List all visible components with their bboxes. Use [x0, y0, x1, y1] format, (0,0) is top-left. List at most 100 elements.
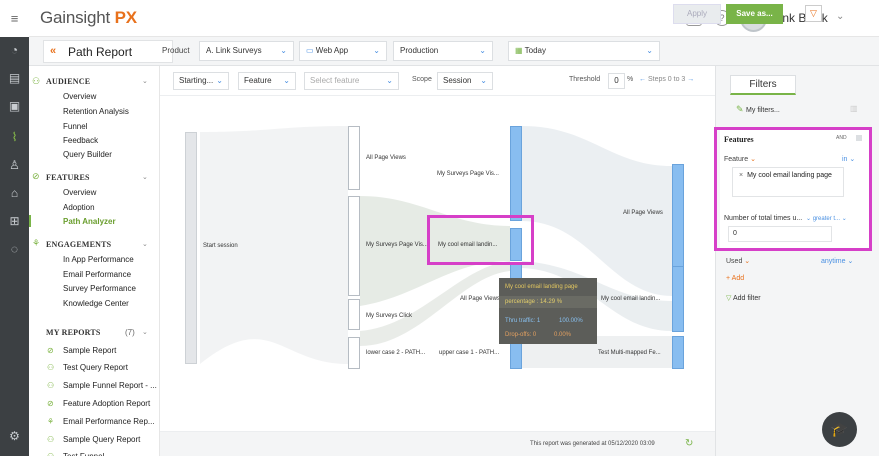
sidebar-item-retention[interactable]: Retention Analysis [63, 107, 129, 116]
percent-label: % [627, 76, 634, 83]
path-node[interactable] [348, 299, 360, 330]
path-node[interactable] [348, 126, 360, 190]
used-value[interactable]: anytime ⌄ [821, 257, 853, 265]
report-item[interactable]: Sample Query Report [63, 435, 140, 444]
sidebar-item-path-analyzer[interactable]: Path Analyzer [63, 217, 116, 226]
bottom-strip [0, 456, 879, 471]
bell-icon[interactable]: ♙ [0, 158, 29, 172]
type-select[interactable]: Feature ⌄ [238, 72, 296, 90]
audience-report-icon: ⚇ [47, 381, 55, 390]
filter-icon: ▽ [726, 295, 733, 302]
used-field-label[interactable]: Used ⌄ [726, 257, 750, 265]
scope-label: Scope [412, 76, 432, 83]
node-label: Test Multi-mapped Fe... [598, 350, 661, 356]
product-select[interactable]: A. Link Surveys ⌄ [199, 41, 294, 61]
graduation-icon[interactable]: ⌂ [0, 186, 29, 200]
threshold-input[interactable]: 0 [608, 73, 625, 89]
tooltip-drop-pct: 0.00% [554, 332, 572, 338]
sidebar-item-query-builder[interactable]: Query Builder [63, 150, 112, 159]
path-node[interactable] [348, 337, 360, 369]
section-my-reports[interactable]: MY REPORTS [46, 328, 101, 337]
path-node[interactable] [510, 126, 522, 221]
path-node[interactable] [672, 336, 684, 369]
chevron-down-icon[interactable]: ⌄ [142, 77, 148, 85]
report-item[interactable]: Sample Report [63, 346, 116, 355]
report-header: « Path Report Product A. Link Surveys ⌄ ▭… [29, 37, 879, 66]
cycle-icon[interactable]: ◌ [0, 242, 29, 256]
arrow-left-icon: ← [639, 76, 648, 83]
report-item[interactable]: Test Query Report [63, 363, 128, 372]
chevron-down-icon[interactable]: ⌄ [836, 11, 844, 22]
sidebar-item-feedback[interactable]: Feedback [63, 136, 98, 145]
chevron-down-icon[interactable]: ⌄ [142, 240, 148, 248]
chevron-down-icon[interactable]: ⌄ [142, 328, 148, 336]
section-audience[interactable]: AUDIENCE [46, 77, 90, 86]
section-features[interactable]: FEATURES [46, 173, 90, 182]
settings-icon[interactable]: ⚙ [0, 429, 29, 443]
start-select[interactable]: Starting... ⌄ [173, 72, 229, 90]
app-value: Web App [315, 46, 349, 55]
node-label: My cool email landin... [601, 296, 661, 302]
add-filter-button[interactable]: ▽ Add filter [726, 294, 761, 302]
menu-icon[interactable]: ≡ [0, 0, 29, 37]
trash-icon[interactable]: ▥ [850, 104, 858, 113]
graduation-cap-icon[interactable]: 🎓 [822, 412, 857, 447]
analytics-icon[interactable]: ⌇ [0, 130, 29, 144]
scope-select[interactable]: Session ⌄ [437, 72, 493, 90]
sidebar-item-audience-overview[interactable]: Overview [63, 92, 96, 101]
compass-icon[interactable]: ◔ [0, 43, 29, 57]
tab-filters[interactable]: Filters [730, 75, 796, 95]
used-label-text: Used [726, 258, 743, 265]
tooltip-thru-pct: 100.00% [559, 318, 583, 324]
chevron-down-icon: ⌄ [646, 46, 653, 55]
node-tooltip: My cool email landing page percentage : … [499, 278, 597, 344]
node-label: My Surveys Page Vis... [437, 171, 499, 177]
chevron-down-icon: ⌄ [216, 76, 223, 85]
sidebar-item-knowledge-center[interactable]: Knowledge Center [63, 299, 129, 308]
logo-text: Gainsight [40, 8, 111, 27]
steps-range[interactable]: ← Steps 0 to 3 → [639, 76, 694, 83]
start-node[interactable] [185, 132, 197, 364]
engagement-report-icon: ⚘ [47, 417, 55, 426]
filter-icon[interactable]: ▽ [805, 5, 822, 22]
path-node[interactable] [348, 196, 360, 296]
date-select[interactable]: ▦ Today ⌄ [508, 41, 660, 61]
sidebar-item-funnel[interactable]: Funnel [63, 122, 87, 131]
sidebar-item-in-app-performance[interactable]: In App Performance [63, 255, 134, 264]
back-button[interactable]: « Path Report [43, 40, 173, 63]
audience-report-icon: ⚇ [47, 435, 55, 444]
tooltip-thru-label: Thru traffic: 1 [505, 318, 541, 324]
web-icon: ▭ [306, 46, 316, 55]
sidebar-item-email-performance[interactable]: Email Performance [63, 270, 131, 279]
path-node[interactable] [672, 266, 684, 332]
report-item[interactable]: Email Performance Rep... [63, 417, 155, 426]
generated-timestamp: This report was generated at 05/12/2020 … [530, 441, 655, 447]
report-item[interactable]: Sample Funnel Report - ... [63, 381, 157, 390]
report-item[interactable]: Feature Adoption Report [63, 399, 150, 408]
briefcase-icon[interactable]: ▣ [0, 99, 29, 113]
my-filters-label: My filters... [746, 107, 780, 114]
clipboard-icon[interactable]: ▤ [0, 71, 29, 85]
refresh-icon[interactable]: ↻ [685, 438, 693, 449]
app-select[interactable]: ▭ Web App ⌄ [299, 41, 387, 61]
logo-accent: PX [114, 8, 137, 27]
sidebar-item-survey-performance[interactable]: Survey Performance [63, 284, 136, 293]
add-condition-link[interactable]: + Add [726, 275, 744, 282]
chevron-down-icon: ⌄ [479, 46, 486, 55]
save-as-button[interactable]: Save as... [726, 4, 783, 24]
apply-button[interactable]: Apply [673, 4, 721, 24]
hierarchy-icon[interactable]: ⊞ [0, 214, 29, 228]
audience-icon: ⚇ [32, 76, 41, 86]
node-label: upper case 1 - PATH... [439, 350, 500, 356]
node-label-start: Start session [203, 243, 238, 249]
environment-select[interactable]: Production ⌄ [393, 41, 493, 61]
sidebar-item-adoption[interactable]: Adoption [63, 203, 95, 212]
engagements-icon: ⚘ [32, 238, 41, 248]
section-engagements[interactable]: ENGAGEMENTS [46, 240, 111, 249]
double-chevron-left-icon: « [50, 45, 57, 57]
my-filters-link[interactable]: ✎ My filters... [736, 104, 780, 115]
chevron-down-icon[interactable]: ⌄ [142, 173, 148, 181]
feature-select[interactable]: Select feature ⌄ [304, 72, 399, 90]
feature-report-icon: ⊘ [47, 399, 54, 408]
sidebar-item-features-overview[interactable]: Overview [63, 188, 96, 197]
